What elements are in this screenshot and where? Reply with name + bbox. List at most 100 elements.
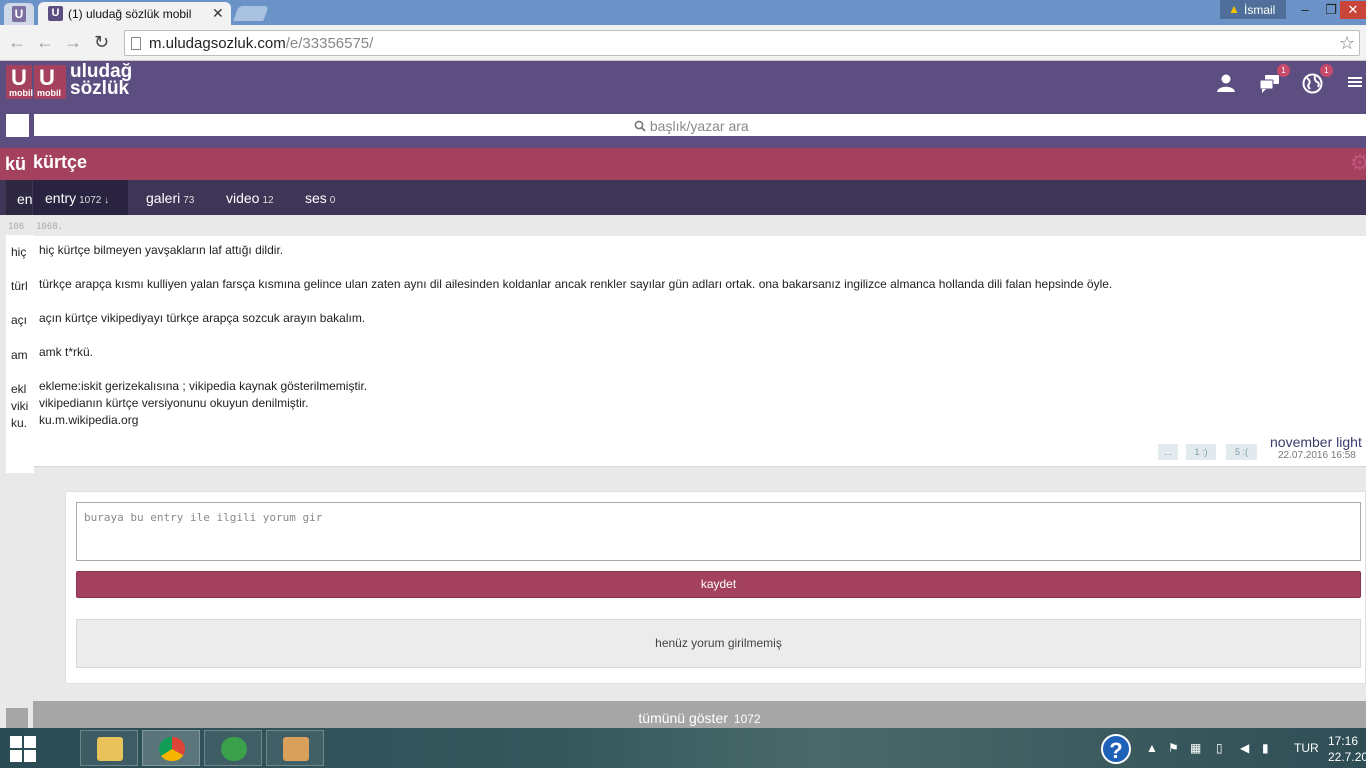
site-header: U mobil U mobil uludağ sözlük 1 1	[0, 61, 1366, 111]
clock-date: 22.7.20	[1328, 750, 1366, 764]
tab-count: 0	[329, 195, 336, 206]
chrome-icon	[159, 737, 185, 761]
tab-title: (1) uludağ sözlük mobil	[68, 7, 192, 21]
entry-line: açın kürtçe vikipediyayı türkçe arapça s…	[39, 311, 366, 325]
site-name[interactable]: uludağ sözlük	[70, 62, 132, 99]
site-name-line2: sözlük	[70, 78, 130, 99]
forward-arrow-icon[interactable]: ←	[36, 32, 54, 52]
search-placeholder-text: başlık/yazar ara	[649, 118, 749, 134]
search-placeholder: başlık/yazar ara	[634, 118, 749, 134]
show-all-button[interactable]: tümünü göster 1072	[33, 701, 1366, 728]
save-button[interactable]: kaydet	[76, 571, 1361, 598]
comment-textarea[interactable]: buraya bu entry ile ilgili yorum gir	[76, 502, 1361, 561]
file-explorer-taskbar-button[interactable]	[80, 730, 138, 766]
tab-behind: en	[6, 180, 33, 215]
site-logo[interactable]: U mobil	[34, 65, 66, 99]
globe-app-taskbar-button[interactable]	[204, 730, 262, 766]
tab-count: 73	[183, 195, 195, 206]
pinned-tab-icon: U	[12, 6, 26, 22]
vote-down-button[interactable]: 5 :(	[1226, 444, 1257, 460]
logo-mobil: mobil	[9, 88, 33, 98]
folder-icon	[97, 737, 123, 761]
show-all-label: tümünü göster	[638, 710, 728, 726]
clock[interactable]: 17:16 22.7.20	[1328, 733, 1366, 765]
entry-line: hiç kürtçe bilmeyen yavşakların laf attı…	[39, 243, 284, 257]
user-icon[interactable]	[1216, 73, 1236, 98]
topic-title-behind: kü	[5, 154, 27, 174]
paint-palette-icon	[283, 737, 309, 761]
forward-icon[interactable]: →	[64, 32, 82, 52]
tab-entry[interactable]: entry 1072 ↓	[33, 180, 128, 215]
battery-icon[interactable]: ▯	[1216, 741, 1223, 755]
browser-toolbar: ← ← → ↻ m.uludagsozluk.com/e/33356575/ ☆	[0, 25, 1366, 61]
show-all-behind	[6, 708, 28, 728]
tray-expand-icon[interactable]: ▲	[1146, 741, 1158, 755]
vote-more-button[interactable]: ...	[1158, 444, 1178, 460]
browser-titlebar: U U (1) uludağ sözlük mobil ✕ ▲ İsmail –…	[0, 0, 1366, 25]
back-entry-line: türl	[11, 279, 28, 293]
vote-up-button[interactable]: 1 :)	[1186, 444, 1216, 460]
logo-mobil: mobil	[37, 88, 61, 98]
pinned-tab[interactable]: U	[4, 3, 34, 25]
comment-placeholder: buraya bu entry ile ilgili yorum gir	[84, 511, 323, 524]
gear-icon[interactable]: ⚙	[1350, 150, 1366, 176]
globe-app-icon	[221, 737, 247, 761]
favicon-icon: U	[48, 6, 63, 21]
entry-author[interactable]: november light	[1270, 434, 1362, 450]
network-icon[interactable]: ▮	[1262, 741, 1269, 755]
messages-icon[interactable]	[1259, 73, 1281, 98]
messages-badge: 1	[1277, 64, 1290, 77]
tab-video[interactable]: video 12	[226, 180, 274, 215]
topic-tabs: en entry 1072 ↓ galeri 73 video 12 ses 0	[0, 180, 1366, 215]
reload-icon[interactable]: ↻	[94, 32, 109, 52]
address-bar[interactable]: m.uludagsozluk.com/e/33356575/ ☆	[124, 30, 1360, 56]
bookmark-star-icon[interactable]: ☆	[1339, 33, 1355, 54]
volume-icon[interactable]: ◀	[1240, 741, 1249, 755]
search-input[interactable]: başlık/yazar ara	[34, 114, 1366, 136]
entry-number: 1068.	[36, 222, 64, 232]
tab-label: galeri	[146, 190, 181, 206]
entry-line: ekleme:iskit gerizekalısına ; vikipedia …	[39, 379, 368, 393]
entry-line: amk t*rkü.	[39, 345, 94, 359]
chrome-taskbar-button[interactable]	[142, 730, 200, 766]
menu-icon[interactable]	[1348, 73, 1362, 94]
profile-name: İsmail	[1244, 3, 1276, 17]
browser-tab-active[interactable]: U (1) uludağ sözlük mobil ✕	[38, 2, 231, 25]
tab-label: video	[226, 190, 260, 206]
back-entry-line: ekl	[11, 382, 27, 396]
page-icon	[131, 37, 141, 50]
window-close-button[interactable]: ✕	[1340, 1, 1366, 19]
back-entry-line: am	[11, 348, 28, 362]
clock-time: 17:16	[1328, 734, 1359, 748]
tab-label: ses	[305, 190, 327, 206]
entry-link[interactable]: ku.m.wikipedia.org	[39, 413, 138, 427]
tab-ses[interactable]: ses 0	[305, 180, 335, 215]
url-text: m.uludagsozluk.com/e/33356575/	[149, 35, 373, 52]
entry-card: hiç kürtçe bilmeyen yavşakların laf attı…	[34, 236, 1366, 467]
language-indicator[interactable]: TUR	[1294, 741, 1319, 755]
tab-close-icon[interactable]: ✕	[212, 5, 224, 22]
entry-line: türkçe arapça kısmı kulliyen yalan farsç…	[39, 277, 1113, 291]
minimize-button[interactable]: –	[1292, 1, 1318, 19]
topic-title[interactable]: kürtçe	[33, 152, 87, 173]
windows-update-icon[interactable]: ▦	[1190, 741, 1201, 755]
show-all-count: 1072	[733, 712, 761, 726]
back-entry-number: 106	[8, 222, 25, 232]
back-entry-line: viki	[11, 399, 29, 413]
search-bar: başlık/yazar ara	[0, 111, 1366, 148]
comment-panel: buraya bu entry ile ilgili yorum gir kay…	[65, 491, 1366, 684]
new-tab-button[interactable]	[233, 6, 269, 21]
search-icon	[634, 120, 646, 132]
start-button[interactable]	[10, 736, 36, 762]
back-entry-line: ku.	[11, 416, 28, 430]
tab-galeri[interactable]: galeri 73	[146, 180, 194, 215]
paint-taskbar-button[interactable]	[266, 730, 324, 766]
help-icon[interactable]: ?	[1101, 734, 1131, 764]
back-entry-line: açı	[11, 313, 28, 327]
flag-icon[interactable]: ⚑	[1168, 741, 1179, 755]
browser-profile-badge[interactable]: ▲ İsmail	[1220, 0, 1286, 19]
back-arrow-icon[interactable]: ←	[8, 32, 26, 52]
entry-date[interactable]: 22.07.2016 16:58	[1278, 450, 1356, 461]
globe-icon[interactable]	[1302, 73, 1323, 99]
tab-label: entry	[45, 190, 77, 206]
